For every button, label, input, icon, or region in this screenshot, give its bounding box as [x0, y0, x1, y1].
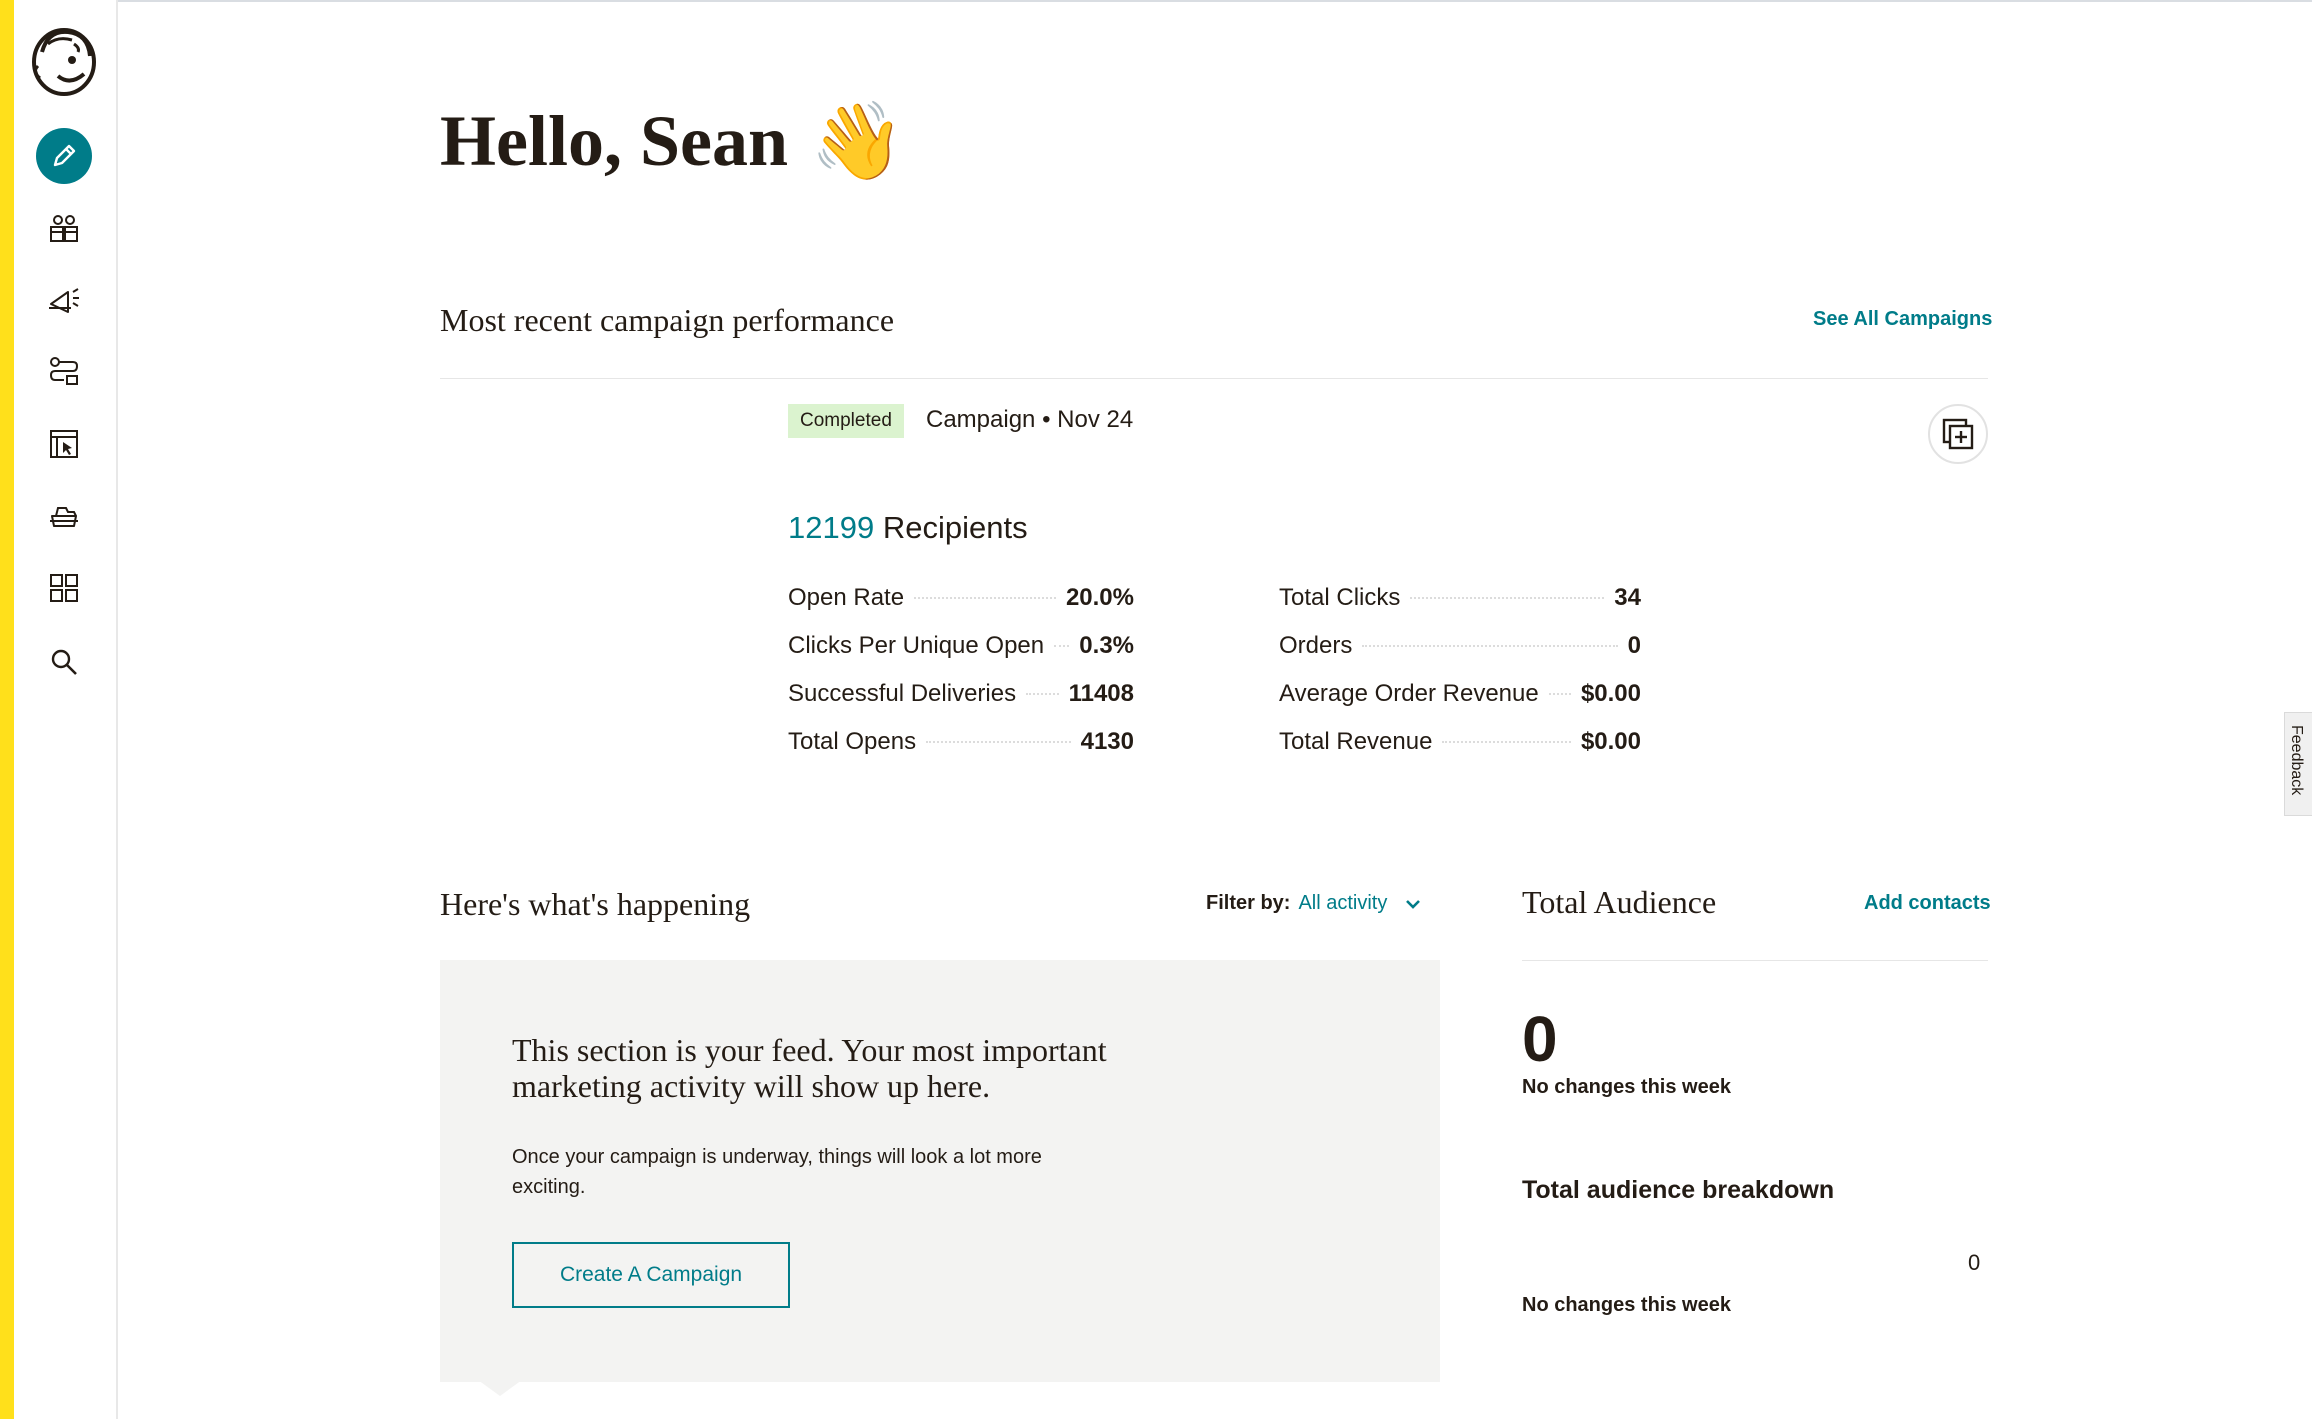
sidebar — [14, 0, 118, 1419]
brand-strip — [0, 0, 14, 1419]
stat-row: Total Clicks 34 — [1279, 584, 1641, 632]
dot-leader — [926, 741, 1071, 743]
recent-campaign-title: Most recent campaign performance — [440, 302, 895, 338]
stat-value: 0.3% — [1079, 632, 1134, 659]
pencil-icon — [53, 144, 76, 167]
stats-left: Open Rate 20.0% Clicks Per Unique Open 0… — [788, 584, 1134, 776]
nav-audience[interactable] — [36, 200, 92, 256]
stats-right: Total Clicks 34 Orders 0 Average Order R… — [1279, 584, 1641, 776]
breakdown-value: 0 — [1968, 1250, 1981, 1275]
stat-value: 20.0% — [1065, 584, 1134, 611]
stat-row: Successful Deliveries 11408 — [788, 680, 1134, 728]
divider — [440, 378, 1988, 379]
dot-leader — [1442, 741, 1571, 743]
stat-value: $0.00 — [1580, 728, 1641, 755]
feed-title: Here's what's happening — [440, 886, 751, 922]
stat-label: Orders — [1279, 632, 1353, 659]
stat-row: Clicks Per Unique Open 0.3% — [788, 632, 1134, 680]
stat-row: Average Order Revenue $0.00 — [1279, 680, 1641, 728]
stat-value: 0 — [1627, 632, 1641, 659]
recipients-label: Recipients — [882, 510, 1028, 545]
stat-label: Clicks Per Unique Open — [788, 632, 1045, 659]
website-icon — [50, 430, 78, 458]
stat-value: 34 — [1614, 584, 1641, 611]
stat-label: Successful Deliveries — [788, 680, 1017, 707]
feed-heading: This section is your feed. Your most imp… — [512, 1032, 1107, 1104]
nav-automations[interactable] — [36, 344, 92, 400]
megaphone-icon — [49, 288, 79, 313]
audience-breakdown-title: Total audience breakdown — [1522, 1176, 1835, 1204]
see-all-campaigns-link[interactable]: See All Campaigns — [1813, 308, 1992, 331]
dot-leader — [914, 597, 1056, 599]
divider — [1522, 960, 1988, 961]
filter-label: Filter by: — [1206, 892, 1291, 914]
feedback-label: Feedback — [2288, 725, 2305, 796]
nav-campaigns[interactable] — [36, 272, 92, 328]
stat-label: Total Clicks — [1279, 584, 1401, 611]
feedback-tab[interactable]: Feedback — [2284, 712, 2312, 816]
stat-label: Total Opens — [788, 728, 917, 755]
dot-leader — [1054, 645, 1070, 647]
stat-value: 4130 — [1080, 728, 1134, 755]
stat-row: Orders 0 — [1279, 632, 1641, 680]
stat-label: Total Revenue — [1279, 728, 1433, 755]
stat-value: 11408 — [1068, 680, 1134, 707]
activity-filter[interactable]: Filter by: All activity — [1206, 892, 1423, 915]
content-studio-icon — [50, 507, 78, 527]
search-icon — [51, 649, 77, 675]
campaign-meta: Campaign • Nov 24 — [926, 406, 1134, 433]
status-badge: Completed — [788, 404, 904, 438]
chevron-down-icon[interactable] — [1403, 894, 1423, 914]
stat-value: $0.00 — [1580, 680, 1641, 707]
dot-leader — [1548, 693, 1571, 695]
dot-leader — [1362, 645, 1618, 647]
nav-content[interactable] — [36, 488, 92, 544]
automation-icon — [49, 357, 79, 385]
audience-icon — [50, 215, 78, 242]
grid-icon — [50, 574, 78, 602]
greeting-heading: Hello, Sean 👋 — [440, 100, 905, 183]
add-contacts-link[interactable]: Add contacts — [1864, 892, 1991, 915]
duplicate-icon — [1942, 418, 1974, 450]
audience-changes: No changes this week — [1522, 1076, 1731, 1098]
stat-row: Total Opens 4130 — [788, 728, 1134, 776]
nav-integrations[interactable] — [36, 560, 92, 616]
stat-label: Open Rate — [788, 584, 905, 611]
duplicate-campaign-button[interactable] — [1928, 404, 1988, 464]
waving-hand-emoji: 👋 — [810, 99, 905, 184]
total-audience-title: Total Audience — [1522, 884, 1717, 920]
nav-search[interactable] — [36, 634, 92, 690]
recipients-summary: 12199 Recipients — [788, 510, 1028, 546]
dot-leader — [1410, 597, 1605, 599]
stat-label: Average Order Revenue — [1279, 680, 1539, 707]
stat-row: Total Revenue $0.00 — [1279, 728, 1641, 776]
filter-selected[interactable]: All activity — [1298, 892, 1387, 915]
dot-leader — [1026, 693, 1059, 695]
feed-subtext: Once your campaign is underway, things w… — [512, 1146, 1042, 1198]
top-border — [0, 0, 2312, 2]
feed-pointer — [478, 1380, 522, 1396]
nav-website[interactable] — [36, 416, 92, 472]
activity-feed: This section is your feed. Your most imp… — [440, 960, 1440, 1382]
recipients-count: 12199 — [788, 510, 875, 545]
create-campaign-button[interactable]: Create A Campaign — [512, 1242, 790, 1308]
nav-create[interactable] — [36, 128, 92, 184]
audience-count: 0 — [1522, 1003, 1558, 1075]
breakdown-changes: No changes this week — [1522, 1294, 1731, 1316]
stat-row: Open Rate 20.0% — [788, 584, 1134, 632]
mailchimp-logo[interactable] — [28, 22, 100, 98]
greeting-text: Hello, Sean — [440, 101, 789, 181]
